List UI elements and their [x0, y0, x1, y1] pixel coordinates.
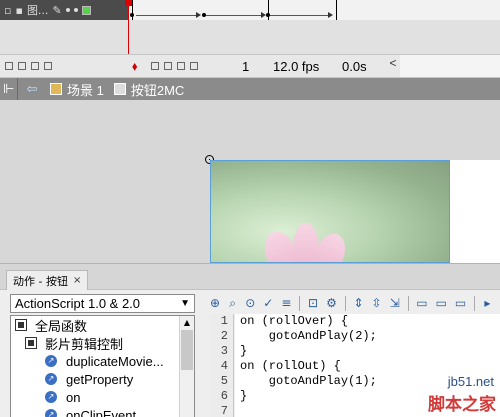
code-line[interactable]: } — [240, 389, 247, 404]
movieclip-symbol-icon — [113, 83, 126, 95]
new-folder-icon[interactable] — [31, 62, 39, 70]
find-icon[interactable]: ⌕ — [228, 296, 237, 311]
line-number: 7 — [220, 404, 228, 417]
center-frame-icon[interactable]: ⬧ — [132, 59, 137, 74]
check-syntax-icon[interactable]: ✓ — [263, 296, 273, 311]
collapse-between-braces-icon[interactable]: ⇕ — [353, 296, 363, 311]
actionscript-version-select[interactable]: ActionScript 1.0 & 2.0 ▼ — [10, 294, 195, 313]
layer-lock-dot[interactable] — [73, 8, 78, 12]
new-guide-icon[interactable] — [18, 62, 26, 70]
panel-tab-bar: 动作 - 按钮 × — [0, 264, 500, 290]
symbol-breadcrumb[interactable]: 按钮2MC — [131, 80, 184, 99]
layer-visibility-icon[interactable]: ▫ — [4, 4, 11, 17]
actions-tab-label: 动作 - 按钮 — [13, 274, 68, 288]
debug-options-icon[interactable]: ⚙ — [326, 296, 337, 311]
stage[interactable] — [0, 100, 500, 263]
tree-item-onclipevent[interactable]: ↗ onClipEvent — [45, 406, 136, 417]
code-hint-icon[interactable]: ⊡ — [308, 296, 318, 311]
apply-line-comment-icon[interactable]: ▭ — [436, 296, 447, 311]
toolbox-scrollbar[interactable]: ▲ — [179, 316, 194, 417]
onion-skin-icon[interactable] — [151, 62, 160, 70]
scroll-up-icon[interactable]: ▲ — [180, 316, 194, 329]
actions-toolbox[interactable]: 全局函数 影片剪辑控制 ↗ duplicateMovie... ↗ getPro… — [10, 315, 195, 417]
function-icon: ↗ — [45, 373, 57, 385]
auto-format-icon[interactable]: ≡ — [281, 296, 291, 311]
show-hide-toolbox-icon[interactable]: ▸ — [483, 296, 492, 311]
layer-color-swatch[interactable] — [81, 5, 91, 15]
script-toolbar: ⊕ ⌕ ⊙ ✓ ≡ ⊡ ⚙ ⇕ ⇳ ⇲ ▭ ▭ ▭ ▸ — [210, 292, 500, 314]
actions-tab[interactable]: 动作 - 按钮 × — [6, 270, 89, 290]
delete-layer-icon[interactable] — [44, 62, 52, 70]
chevron-down-icon[interactable]: ▼ — [180, 295, 190, 312]
scroll-left-icon[interactable]: < — [386, 56, 400, 76]
timeline-layer-row: ▫ ▪ 图... ✎ — [0, 0, 500, 20]
timeline-frames[interactable] — [128, 0, 500, 20]
function-icon: ↗ — [45, 355, 57, 367]
back-arrow-icon[interactable]: ⇦ — [24, 82, 40, 97]
layer-type-icon: ▪ — [15, 3, 23, 17]
pencil-icon: ✎ — [52, 3, 62, 17]
lotus-bitmap[interactable] — [210, 160, 450, 263]
tree-item-getproperty[interactable]: ↗ getProperty — [45, 370, 133, 388]
apply-block-comment-icon[interactable]: ▭ — [416, 296, 427, 311]
code-line[interactable]: } — [240, 344, 247, 359]
scroll-thumb[interactable] — [181, 330, 193, 370]
layer-name[interactable]: 图... — [27, 2, 49, 18]
elapsed-time: 0.0s — [342, 59, 367, 74]
frame-rate[interactable]: 12.0 fps — [273, 59, 319, 74]
line-number: 4 — [220, 359, 228, 373]
watermark-url: jb51.net — [447, 374, 494, 389]
line-number: 1 — [220, 314, 228, 328]
close-icon[interactable]: × — [73, 275, 81, 286]
new-layer-icon[interactable] — [5, 62, 13, 70]
line-number-gutter: 1 2 3 4 5 6 7 — [210, 314, 234, 417]
modify-markers-icon[interactable] — [190, 62, 199, 70]
current-frame: 1 — [242, 59, 250, 74]
expand-all-icon[interactable]: ⇲ — [390, 296, 400, 311]
function-icon: ↗ — [45, 409, 57, 417]
code-line[interactable]: gotoAndPlay(1); — [240, 374, 377, 389]
book-icon — [15, 319, 27, 331]
scene-icon — [50, 83, 62, 95]
add-statement-icon[interactable]: ⊕ — [210, 296, 220, 311]
timeline-empty-area[interactable] — [0, 20, 500, 54]
layer-row[interactable]: ▫ ▪ 图... ✎ — [0, 0, 128, 20]
tree-item-global-functions[interactable]: 全局函数 — [15, 316, 87, 334]
collapse-selection-icon[interactable]: ⇳ — [372, 296, 382, 311]
tree-item-on[interactable]: ↗ on — [45, 388, 80, 406]
function-icon: ↗ — [45, 391, 57, 403]
keyframe[interactable] — [130, 13, 134, 17]
book-icon — [25, 337, 37, 349]
scene-breadcrumb[interactable]: 场景 1 — [67, 80, 104, 99]
watermark-name: 脚本之家 — [428, 395, 496, 415]
timeline-status-bar: ⬧ 1 12.0 fps 0.0s < — [0, 54, 500, 78]
onion-outline-icon[interactable] — [164, 62, 173, 70]
remove-comment-icon[interactable]: ▭ — [455, 296, 466, 311]
code-line[interactable]: gotoAndPlay(2); — [240, 329, 377, 344]
line-number: 6 — [220, 389, 228, 403]
stage-canvas — [450, 160, 500, 263]
tree-item-movieclip-control[interactable]: 影片剪辑控制 — [25, 334, 123, 352]
site-watermark: jb51.net 脚本之家 — [405, 372, 500, 417]
edit-multiple-frames-icon[interactable] — [177, 62, 186, 70]
edit-bar: ⊩ ⇦ 场景 1 按钮2MC — [0, 78, 500, 100]
code-line[interactable]: on (rollOver) { — [240, 314, 348, 329]
layer-visible-dot[interactable] — [65, 8, 70, 12]
timeline-toggle-icon[interactable]: ⊩ — [0, 78, 18, 100]
tree-item-duplicatemovieclip[interactable]: ↗ duplicateMovie... — [45, 352, 164, 370]
timeline-hscroll-track[interactable] — [400, 55, 500, 77]
insert-target-path-icon[interactable]: ⊙ — [245, 296, 255, 311]
line-number: 3 — [220, 344, 228, 358]
line-number: 5 — [220, 374, 228, 388]
code-line[interactable]: on (rollOut) { — [240, 359, 341, 374]
line-number: 2 — [220, 329, 228, 343]
